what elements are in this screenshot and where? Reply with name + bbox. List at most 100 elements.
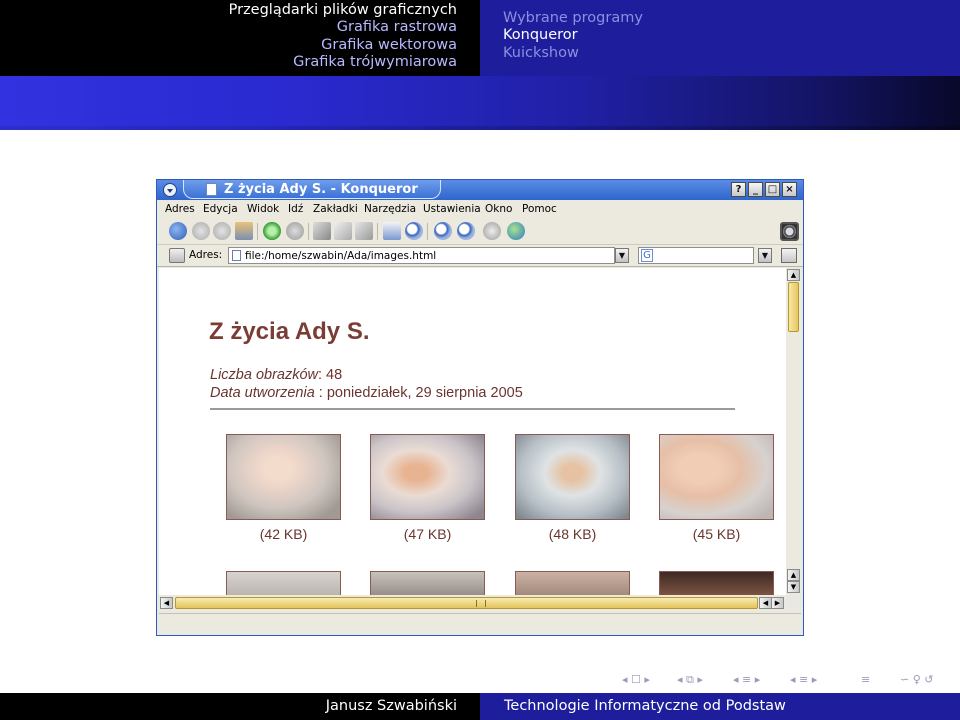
menu-widok[interactable]: Widok — [247, 203, 279, 215]
toolbar-separator — [427, 223, 428, 240]
window-title: Z życia Ady S. - Konqueror — [224, 182, 418, 197]
paste-icon[interactable] — [355, 222, 373, 240]
scroll-left-button[interactable]: ◀ — [160, 597, 173, 609]
print-icon[interactable] — [383, 222, 401, 240]
web-content-area: Z życia Ady S. Liczba obrazków: 48 Data … — [159, 268, 786, 595]
window-menu-icon[interactable] — [163, 183, 177, 197]
konqueror-window: Z życia Ady S. - Konqueror ? _ □ × Adres… — [156, 179, 804, 636]
thumbnail-image[interactable] — [659, 434, 774, 520]
scroll-up-button[interactable]: ▲ — [787, 269, 800, 281]
window-controls: ? _ □ × — [731, 182, 797, 197]
image-count-value: : 48 — [318, 367, 343, 383]
stop-icon[interactable] — [286, 222, 304, 240]
thumbnail-size: (48 KB) — [548, 526, 597, 542]
page-heading: Z życia Ady S. — [209, 318, 370, 345]
security-icon[interactable] — [483, 222, 501, 240]
nav-section-item[interactable]: Grafika wektorowa — [0, 37, 457, 54]
menu-okno[interactable]: Okno — [485, 203, 512, 215]
thumbnail-image[interactable] — [370, 434, 485, 520]
activity-throbber-icon — [780, 222, 799, 241]
vertical-scrollbar[interactable]: ▲ ▲ ▼ — [786, 268, 801, 595]
thumbnail-image[interactable] — [515, 434, 630, 520]
thumbnail-image[interactable] — [515, 571, 630, 595]
menu-adres[interactable]: Adres — [165, 203, 195, 215]
scroll-down-button[interactable]: ▼ — [787, 581, 800, 593]
menu-narzedzia[interactable]: Narzędzia — [364, 203, 416, 215]
thumbnail-size: (47 KB) — [403, 526, 452, 542]
image-count-label: Liczba obrazków — [210, 367, 318, 383]
menu-ustawienia[interactable]: Ustawienia — [423, 203, 481, 215]
section-navigation: Przeglądarki plików graficznych Grafika … — [0, 0, 480, 76]
go-icon[interactable] — [781, 248, 797, 263]
nav-search-icon[interactable]: ∽ ♀ ↺ — [900, 672, 933, 688]
thumbnail-image[interactable] — [226, 434, 341, 520]
find-icon[interactable] — [405, 222, 423, 240]
nav-frame-icon[interactable]: ◂ ☐ ▸ — [622, 672, 650, 688]
location-bar: Adres: ▼ G ▼ — [157, 245, 803, 267]
scroll-up-button[interactable]: ▲ — [787, 569, 800, 581]
nav-subsection-item[interactable]: Wybrane programy — [503, 10, 960, 27]
up-arrow-icon[interactable] — [169, 222, 187, 240]
creation-date-value: : poniedziałek, 29 sierpnia 2005 — [314, 385, 523, 401]
thumbnail-image[interactable] — [370, 571, 485, 595]
thumbnail-image[interactable] — [226, 571, 341, 595]
nav-section-current[interactable]: Przeglądarki plików graficznych — [0, 2, 457, 19]
reload-icon[interactable] — [263, 222, 281, 240]
back-icon[interactable] — [192, 222, 210, 240]
clear-location-icon[interactable] — [169, 248, 185, 263]
nav-subsection-current[interactable]: Konqueror — [503, 27, 960, 44]
nav-subsection-item[interactable]: Kuickshow — [503, 45, 960, 62]
menu-pomoc[interactable]: Pomoc — [522, 203, 557, 215]
window-titlebar[interactable]: Z życia Ady S. - Konqueror ? _ □ × — [157, 180, 803, 200]
copy-icon[interactable] — [334, 222, 352, 240]
location-dropdown-button[interactable]: ▼ — [615, 248, 629, 263]
subsection-navigation: Wybrane programy Konqueror Kuickshow — [480, 0, 960, 76]
slide: Przeglądarki plików graficznych Grafika … — [0, 0, 960, 720]
zoom-out-icon[interactable] — [457, 222, 475, 240]
google-search-icon[interactable]: G — [641, 249, 653, 262]
forward-icon[interactable] — [213, 222, 231, 240]
horizontal-scroll-thumb[interactable] — [175, 597, 758, 609]
horizontal-scrollbar[interactable]: ◀ ◀ ▶ — [159, 595, 786, 611]
nav-align-icon[interactable]: ≡ — [861, 672, 870, 688]
cut-icon[interactable] — [313, 222, 331, 240]
vertical-scroll-thumb[interactable] — [788, 282, 799, 332]
thumbnail-size: (45 KB) — [692, 526, 741, 542]
help-button[interactable]: ? — [731, 182, 746, 197]
home-icon[interactable] — [235, 222, 253, 240]
menu-edycja[interactable]: Edycja — [203, 203, 238, 215]
menu-zakladki[interactable]: Zakładki — [313, 203, 358, 215]
maximize-button[interactable]: □ — [765, 182, 780, 197]
nav-section-icon[interactable]: ◂ ≡ ▸ — [733, 672, 760, 688]
menu-idz[interactable]: Idź — [288, 203, 303, 215]
document-icon — [206, 183, 217, 196]
minimize-button[interactable]: _ — [748, 182, 763, 197]
toolbar-separator — [308, 223, 309, 240]
window-title-tab: Z życia Ady S. - Konqueror — [183, 180, 441, 199]
image-count: Liczba obrazków: 48 — [210, 367, 342, 383]
zoom-in-icon[interactable] — [434, 222, 452, 240]
horizontal-rule — [210, 408, 735, 410]
search-dropdown-button[interactable]: ▼ — [758, 248, 772, 263]
globe-icon[interactable] — [507, 222, 525, 240]
main-toolbar — [157, 219, 803, 245]
search-input[interactable] — [638, 247, 754, 264]
nav-subsection-icon[interactable]: ◂ ⧉ ▸ — [677, 672, 703, 688]
toolbar-separator — [377, 223, 378, 240]
header-gradient-band — [0, 76, 960, 130]
creation-date-label: Data utworzenia — [210, 385, 315, 401]
status-bar — [159, 613, 801, 633]
scroll-right-button[interactable]: ▶ — [771, 597, 784, 609]
location-input[interactable] — [228, 247, 615, 264]
slide-header: Przeglądarki plików graficznych Grafika … — [0, 0, 960, 76]
footer-author: Janusz Szwabiński — [0, 693, 480, 720]
menubar: Adres Edycja Widok Idź Zakładki Narzędzi… — [157, 201, 803, 219]
page-icon — [232, 250, 241, 261]
slide-footer: Janusz Szwabiński Technologie Informatyc… — [0, 693, 960, 720]
nav-section-item[interactable]: Grafika trójwymiarowa — [0, 54, 457, 71]
close-button[interactable]: × — [782, 182, 797, 197]
thumbnail-image[interactable] — [659, 571, 774, 595]
nav-part-icon[interactable]: ◂ ≡ ▸ — [790, 672, 817, 688]
nav-section-item[interactable]: Grafika rastrowa — [0, 19, 457, 36]
thumbnail-size: (42 KB) — [259, 526, 308, 542]
